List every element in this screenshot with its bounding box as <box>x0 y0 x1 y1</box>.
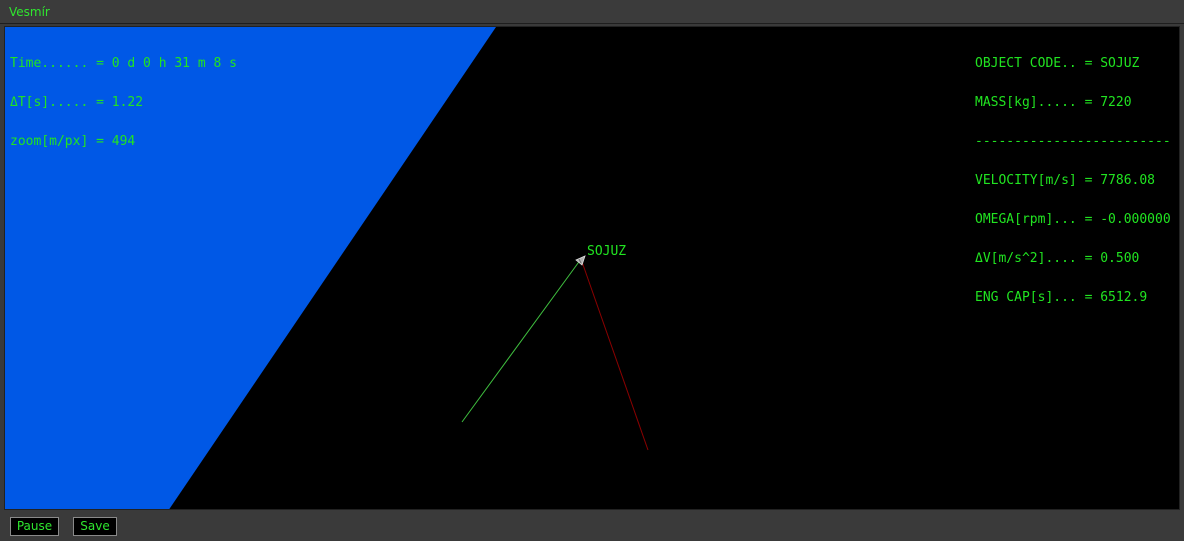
hud-object-info: OBJECT CODE.. = SOJUZ MASS[kg]..... = 72… <box>975 31 1171 330</box>
hud-mass: MASS[kg]..... = 7220 <box>975 95 1132 110</box>
hud-delta-v: ΔV[m/s^2].... = 0.500 <box>975 251 1140 266</box>
hud-simulation-info: Time...... = 0 d 0 h 31 m 8 s ΔT[s].....… <box>10 31 237 174</box>
gravity-vector <box>580 258 649 451</box>
app-window: Vesmír Time...... = 0 d 0 h 31 m 8 s ΔT[… <box>0 0 1184 541</box>
space-viewport[interactable]: Time...... = 0 d 0 h 31 m 8 s ΔT[s].....… <box>4 26 1180 510</box>
velocity-vector <box>461 258 582 423</box>
bottom-toolbar: Pause Save <box>0 512 1184 541</box>
hud-zoom: zoom[m/px] = 494 <box>10 134 136 149</box>
title-bar: Vesmír <box>0 0 1184 24</box>
hud-velocity: VELOCITY[m/s] = 7786.08 <box>975 173 1156 188</box>
save-button[interactable]: Save <box>73 517 117 536</box>
hud-time: Time...... = 0 d 0 h 31 m 8 s <box>10 56 237 71</box>
hud-omega: OMEGA[rpm]... = -0.000000 <box>975 212 1171 227</box>
ship-label: SOJUZ <box>587 244 627 259</box>
hud-eng-cap: ENG CAP[s]... = 6512.9 <box>975 290 1148 305</box>
window-title: Vesmír <box>9 5 50 19</box>
hud-object-code: OBJECT CODE.. = SOJUZ <box>975 56 1140 71</box>
pause-button[interactable]: Pause <box>10 517 59 536</box>
hud-delta-t: ΔT[s]..... = 1.22 <box>10 95 144 110</box>
hud-separator: ------------------------- <box>975 134 1171 149</box>
